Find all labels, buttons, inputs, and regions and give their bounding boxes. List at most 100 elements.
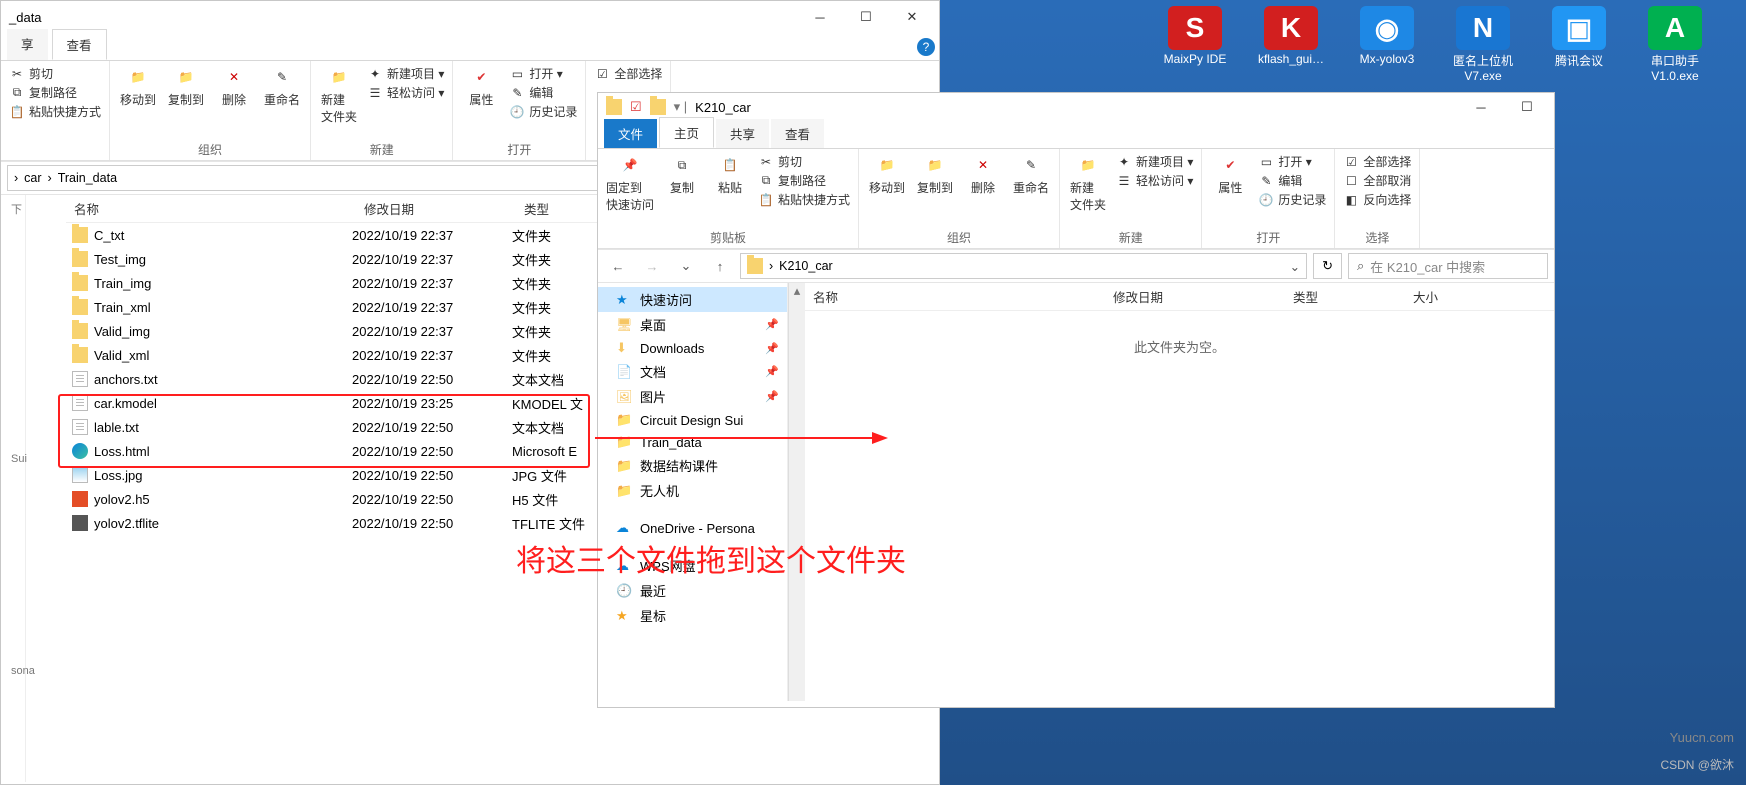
properties-button[interactable]: ✔属性 bbox=[461, 65, 501, 108]
star-icon: ★ bbox=[616, 292, 632, 308]
window-k210-car: ☑ ▾ | K210_car ─ ☐ 文件 主页 共享 查看 📌固定到 快速访问… bbox=[597, 92, 1555, 708]
select-all-button[interactable]: ☑全部选择 bbox=[594, 65, 662, 82]
copy-button[interactable]: ⧉复制 bbox=[662, 153, 702, 196]
desktop-icon[interactable]: A串口助手 V1.0.exe bbox=[1634, 6, 1716, 83]
column-headers[interactable]: 名称 修改日期 类型 大小 bbox=[805, 283, 1554, 311]
tree-scrollbar[interactable]: ▴ bbox=[788, 283, 805, 701]
folder-icon bbox=[747, 258, 763, 274]
back-button[interactable]: ← bbox=[604, 252, 632, 280]
tab-share[interactable]: 享 bbox=[7, 29, 48, 60]
tree-item[interactable]: ⬇Downloads📌 bbox=[598, 337, 787, 359]
pin-quick-access-button[interactable]: 📌固定到 快速访问 bbox=[606, 153, 654, 213]
forward-button[interactable]: → bbox=[638, 252, 666, 280]
tree-item[interactable]: ☁OneDrive - Persona bbox=[598, 517, 787, 539]
maximize-button[interactable]: ☐ bbox=[1504, 92, 1550, 122]
tree-item[interactable]: 🖥桌面📌 bbox=[598, 312, 787, 337]
tree-item[interactable]: 📁Train_data bbox=[598, 431, 787, 453]
refresh-button[interactable]: ↻ bbox=[1313, 253, 1342, 279]
tree-item[interactable]: 🕘最近 bbox=[598, 578, 787, 603]
delete-button[interactable]: ✕删除 bbox=[214, 65, 254, 108]
desktop-icon[interactable]: ◉Mx-yolov3 bbox=[1346, 6, 1428, 83]
chevron-down-icon[interactable]: ⌄ bbox=[1290, 259, 1300, 274]
easy-access-button[interactable]: ☰轻松访问 ▾ bbox=[367, 84, 444, 101]
open-button[interactable]: ▭打开 ▾ bbox=[1258, 153, 1311, 170]
watermark: Yuucn.com bbox=[1670, 730, 1734, 745]
desktop-icons: SMaixPy IDEKkflash_gui…◉Mx-yolov3N匿名上位机 … bbox=[1154, 0, 1746, 83]
desktop-icon[interactable]: Kkflash_gui… bbox=[1250, 6, 1332, 83]
tree-item[interactable]: ★星标 bbox=[598, 603, 787, 628]
new-item-button[interactable]: ✦新建项目 ▾ bbox=[367, 65, 444, 82]
moveto-button[interactable]: 📁移动到 bbox=[118, 65, 158, 108]
empty-folder-message: 此文件夹为空。 bbox=[805, 311, 1554, 356]
tab-view[interactable]: 查看 bbox=[52, 29, 107, 60]
up-button[interactable]: ↑ bbox=[706, 252, 734, 280]
paste-shortcut-button[interactable]: 📋粘贴快捷方式 bbox=[758, 191, 850, 208]
tree-item[interactable]: 📁数据结构课件 bbox=[598, 453, 787, 478]
close-button[interactable]: ✕ bbox=[889, 2, 935, 32]
dl-icon: ⬇ bbox=[616, 340, 632, 356]
h5-icon bbox=[72, 491, 88, 507]
ribbon-tabs: 文件 主页 共享 查看 bbox=[598, 121, 1554, 149]
tree-item[interactable]: 📁无人机 bbox=[598, 478, 787, 503]
tab-file[interactable]: 文件 bbox=[604, 119, 657, 148]
maximize-button[interactable]: ☐ bbox=[843, 2, 889, 32]
cloud-icon: ☁ bbox=[616, 520, 632, 536]
jpg-icon bbox=[72, 467, 88, 483]
copyto-button[interactable]: 📁复制到 bbox=[915, 153, 955, 196]
history-button[interactable]: 🕘历史记录 bbox=[1258, 191, 1326, 208]
group-label-clipboard: 剪贴板 bbox=[710, 229, 746, 246]
invert-select-button[interactable]: ◧反向选择 bbox=[1343, 191, 1411, 208]
cut-button[interactable]: ✂剪切 bbox=[9, 65, 53, 82]
tab-home[interactable]: 主页 bbox=[659, 117, 714, 148]
desktop-icon[interactable]: SMaixPy IDE bbox=[1154, 6, 1236, 83]
window-title: _data bbox=[9, 10, 42, 25]
history-dropdown[interactable]: ⌄ bbox=[672, 252, 700, 280]
properties-button[interactable]: ✔属性 bbox=[1210, 153, 1250, 196]
new-item-button[interactable]: ✦新建项目 ▾ bbox=[1116, 153, 1193, 170]
desktop-icon[interactable]: N匿名上位机 V7.exe bbox=[1442, 6, 1524, 83]
edit-button[interactable]: ✎编辑 bbox=[1258, 172, 1302, 189]
delete-button[interactable]: ✕删除 bbox=[963, 153, 1003, 196]
new-folder-button[interactable]: 📁新建 文件夹 bbox=[1068, 153, 1108, 213]
copy-path-button[interactable]: ⧉复制路径 bbox=[758, 172, 826, 189]
tree-item[interactable]: ★快速访问 bbox=[598, 287, 787, 312]
folder-icon bbox=[72, 251, 88, 267]
rename-button[interactable]: ✎重命名 bbox=[1011, 153, 1051, 196]
copy-path-button[interactable]: ⧉复制路径 bbox=[9, 84, 77, 101]
open-button[interactable]: ▭打开 ▾ bbox=[509, 65, 562, 82]
paste-button[interactable]: 📋粘贴 bbox=[710, 153, 750, 196]
group-label-new: 新建 bbox=[370, 141, 394, 158]
select-none-button[interactable]: ☐全部取消 bbox=[1343, 172, 1411, 189]
csdn-credit: CSDN @欲沐 bbox=[1660, 756, 1734, 773]
breadcrumb[interactable]: › K210_car ⌄ bbox=[740, 253, 1307, 279]
titlebar[interactable]: _data ─ ☐ ✕ bbox=[1, 1, 939, 33]
edit-button[interactable]: ✎编辑 bbox=[509, 84, 553, 101]
minimize-button[interactable]: ─ bbox=[797, 2, 843, 32]
search-input[interactable]: ⌕在 K210_car 中搜索 bbox=[1348, 253, 1548, 279]
rename-button[interactable]: ✎重命名 bbox=[262, 65, 302, 108]
select-all-button[interactable]: ☑全部选择 bbox=[1343, 153, 1411, 170]
cut-button[interactable]: ✂剪切 bbox=[758, 153, 802, 170]
nav-pane: ★快速访问🖥桌面📌⬇Downloads📌📄文档📌🖼图片📌📁Circuit Des… bbox=[598, 283, 788, 701]
nav-pane-collapsed: 下 Sui sona bbox=[1, 195, 26, 782]
copyto-button[interactable]: 📁复制到 bbox=[166, 65, 206, 108]
doc-icon: 📄 bbox=[616, 364, 632, 380]
history-button[interactable]: 🕘历史记录 bbox=[509, 103, 577, 120]
folder-icon bbox=[72, 323, 88, 339]
tree-item[interactable]: 📄文档📌 bbox=[598, 359, 787, 384]
new-folder-button[interactable]: 📁新建 文件夹 bbox=[319, 65, 359, 125]
tab-view[interactable]: 查看 bbox=[771, 119, 824, 148]
titlebar[interactable]: ☑ ▾ | K210_car ─ ☐ bbox=[598, 93, 1554, 121]
minimize-button[interactable]: ─ bbox=[1458, 92, 1504, 122]
qat-save-icon[interactable]: ☑ bbox=[630, 99, 642, 115]
tree-item[interactable]: 📁Circuit Design Sui bbox=[598, 409, 787, 431]
tab-share[interactable]: 共享 bbox=[716, 119, 769, 148]
paste-shortcut-button[interactable]: 📋粘贴快捷方式 bbox=[9, 103, 101, 120]
tree-item[interactable]: 🖼图片📌 bbox=[598, 384, 787, 409]
easy-access-button[interactable]: ☰轻松访问 ▾ bbox=[1116, 172, 1193, 189]
tree-item[interactable]: ☁WPS网盘 bbox=[598, 553, 787, 578]
desktop-icon[interactable]: ▣腾讯会议 bbox=[1538, 6, 1620, 83]
moveto-button[interactable]: 📁移动到 bbox=[867, 153, 907, 196]
help-icon[interactable]: ? bbox=[917, 38, 935, 56]
edge-icon bbox=[72, 443, 88, 459]
